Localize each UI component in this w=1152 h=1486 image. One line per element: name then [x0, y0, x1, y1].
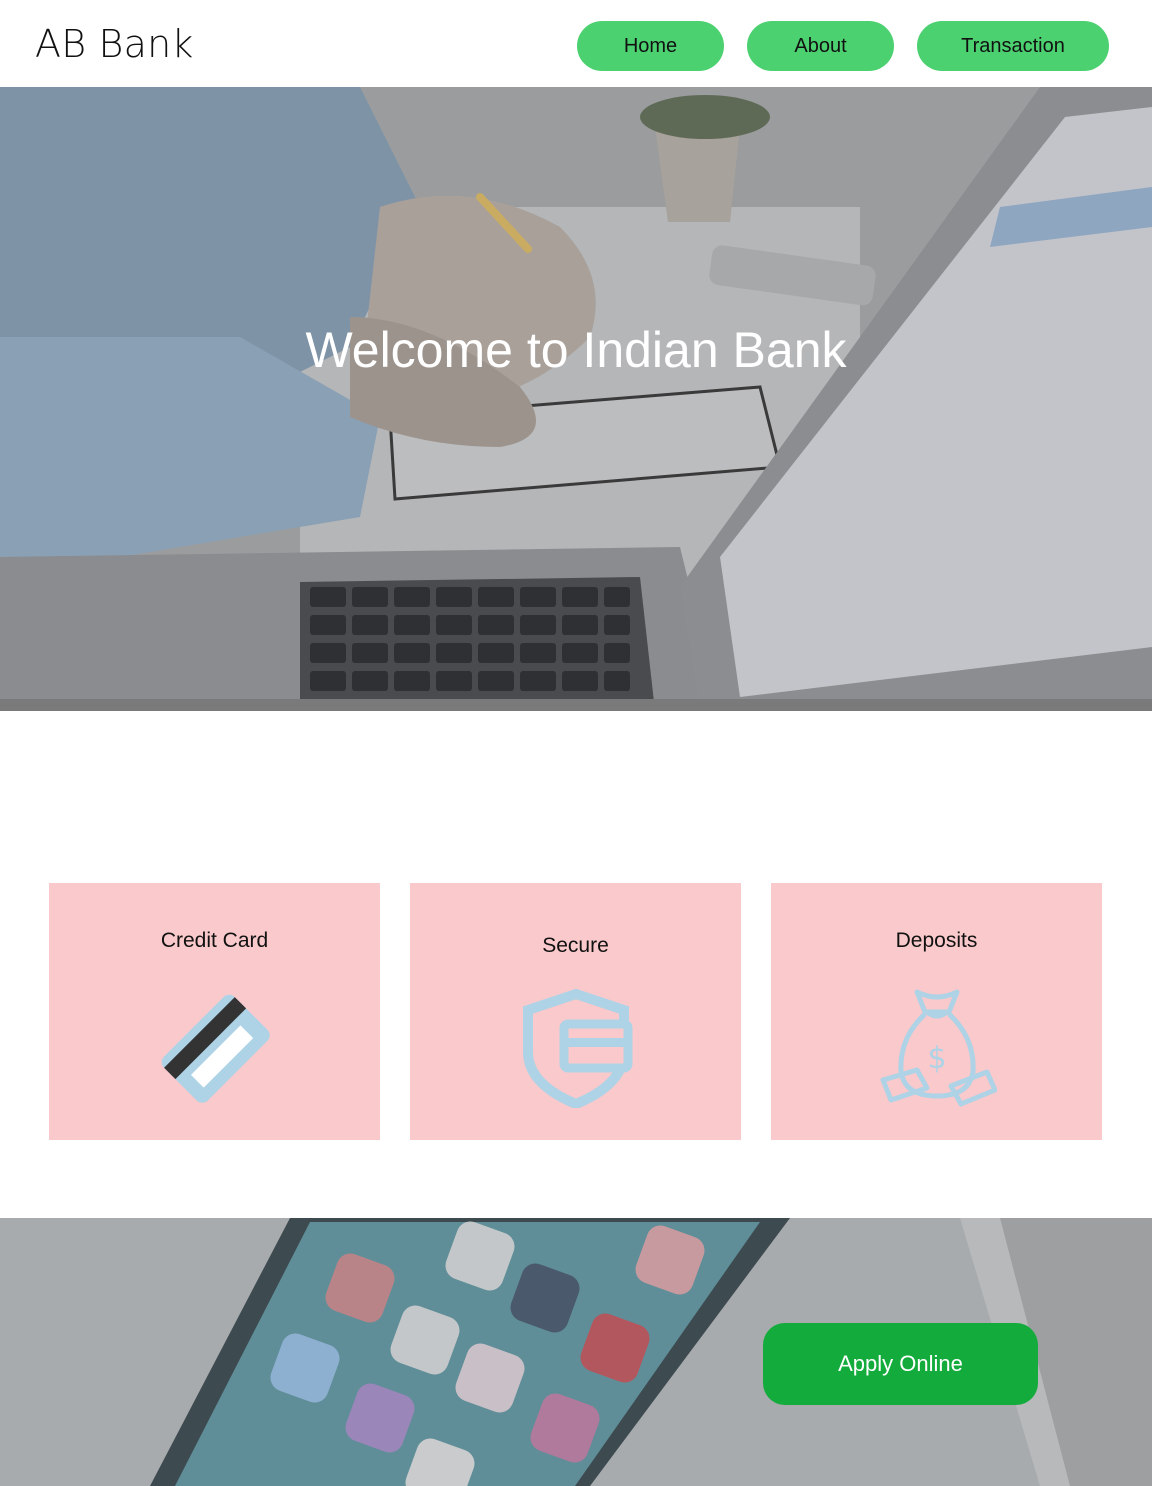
- hero-background-image: [0, 87, 1152, 711]
- nav-home-button[interactable]: Home: [577, 21, 724, 71]
- apply-banner: Apply Online: [0, 1218, 1152, 1486]
- hero-bottom-strip: [0, 699, 1152, 711]
- svg-text:$: $: [927, 1041, 946, 1076]
- money-bag-icon: $: [880, 989, 997, 1107]
- nav-transaction-button[interactable]: Transaction: [917, 21, 1109, 71]
- card-title-secure: Secure: [542, 934, 609, 957]
- secure-shield-icon: [522, 988, 632, 1108]
- credit-card-icon: [161, 994, 270, 1103]
- card-title-credit: Credit Card: [160, 929, 269, 952]
- card-secure[interactable]: Secure: [410, 883, 741, 1140]
- apply-online-button[interactable]: Apply Online: [763, 1323, 1038, 1405]
- card-title-deposits: Deposits: [895, 929, 978, 952]
- card-credit-card[interactable]: Credit Card: [49, 883, 380, 1140]
- site-header: AB Bank Home About Transaction: [0, 0, 1152, 87]
- site-logo[interactable]: AB Bank: [35, 22, 194, 66]
- hero-banner: Welcome to Indian Bank: [0, 87, 1152, 711]
- hero-title: Welcome to Indian Bank: [305, 322, 847, 378]
- nav-about-button[interactable]: About: [747, 21, 894, 71]
- card-deposits[interactable]: Deposits $: [771, 883, 1102, 1140]
